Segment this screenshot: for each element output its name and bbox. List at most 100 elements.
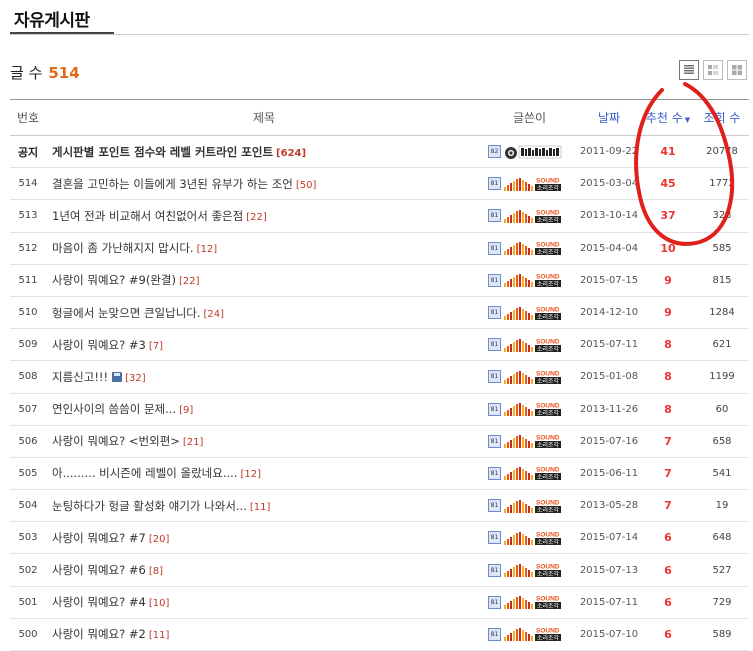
post-title-link[interactable]: 사랑이 뭐예요? <번외편> <box>52 434 180 448</box>
writer-logo-image: SOUND소리조각 <box>504 530 561 546</box>
post-number: 501 <box>10 586 46 619</box>
post-writer[interactable]: 81 SOUND 소리조각 <box>482 586 577 619</box>
svg-text:소리조각: 소리조각 <box>537 345 560 353</box>
writer-logo-image: SOUND소리조각 <box>504 273 561 288</box>
post-writer[interactable]: 81 SOUND 소리조각 <box>482 199 577 233</box>
comment-count[interactable]: [24] <box>204 309 225 320</box>
post-recommend: 8 <box>641 328 695 362</box>
post-title-link[interactable]: 사랑이 뭐예요? #7 <box>52 531 146 545</box>
writer-logo-image: SOUND소리조각 <box>504 208 561 224</box>
level-badge-icon: 81 <box>488 177 501 191</box>
comment-count[interactable]: [8] <box>149 566 163 577</box>
post-writer[interactable]: 81 SOUND 소리조각 <box>482 425 577 458</box>
post-title-link[interactable]: 사랑이 뭐예요? #3 <box>52 338 146 352</box>
post-writer[interactable]: 81 SOUND 소리조각 <box>482 328 577 362</box>
post-writer[interactable]: 81 SOUND 소리조각 <box>482 457 577 491</box>
post-writer[interactable]: 81 SOUND 소리조각 <box>482 360 577 394</box>
post-number: 513 <box>10 199 46 233</box>
post-views: 729 <box>695 586 749 619</box>
post-subject-cell: 사랑이 뭐예요? #3 [7] <box>46 328 482 362</box>
comment-count[interactable]: [32] <box>125 373 146 384</box>
level-badge-icon: 81 <box>488 627 501 641</box>
post-date: 2015-07-14 <box>577 521 641 555</box>
svg-text:소리조각: 소리조각 <box>537 538 560 546</box>
table-row: 502 사랑이 뭐예요? #6 [8] 81 SOUND 소리조각 2015-07-13 6 5… <box>10 553 749 587</box>
post-writer[interactable]: 81 SOUND 소리조각 <box>482 232 577 265</box>
post-writer[interactable]: 81 SOUND 소리조각 <box>482 553 577 587</box>
post-date: 2014-12-10 <box>577 296 641 330</box>
post-recommend: 7 <box>641 457 695 491</box>
comment-count[interactable]: [12] <box>197 244 218 255</box>
comment-count[interactable]: [50] <box>296 180 317 191</box>
post-title-link[interactable]: 게시판별 포인트 점수와 레벨 커트라인 포인트 <box>52 145 273 159</box>
post-title-link[interactable]: 지름신고!!! <box>52 370 108 384</box>
grid-view-button[interactable] <box>727 60 747 80</box>
comment-count[interactable]: [20] <box>149 534 170 545</box>
comment-count[interactable]: [12] <box>240 469 261 480</box>
post-writer[interactable]: 81 SOUND 소리조각 <box>482 618 577 651</box>
level-badge-icon: 81 <box>488 370 501 384</box>
comment-count[interactable]: [10] <box>149 598 170 609</box>
post-writer[interactable]: 81 SOUND 소리조각 <box>482 489 577 523</box>
post-views: 1199 <box>695 360 749 394</box>
post-count-label: 글 수 <box>10 64 43 82</box>
post-subject-cell: 지름신고!!! [32] <box>46 360 482 394</box>
post-title-link[interactable]: 사랑이 뭐예요? #2 <box>52 627 146 641</box>
post-title-link[interactable]: 결혼을 고민하는 이들에게 3년된 유부가 하는 조언 <box>52 177 293 191</box>
post-title-link[interactable]: 1년여 전과 비교해서 여친없어서 좋은점 <box>52 209 243 223</box>
post-title-link[interactable]: 눈팅하다가 헝글 활성화 얘기가 나와서... <box>52 499 247 513</box>
post-subject-cell: 사랑이 뭐예요? #6 [8] <box>46 553 482 587</box>
post-number: 514 <box>10 167 46 201</box>
list-view-button[interactable] <box>679 60 699 80</box>
post-date: 2015-07-15 <box>577 264 641 297</box>
svg-text:SOUND: SOUND <box>536 209 560 216</box>
post-date: 2015-06-11 <box>577 457 641 491</box>
writer-logo-image: SOUND소리조각 <box>504 498 561 514</box>
post-title-link[interactable]: 마음이 좀 가난해지지 맙시다. <box>52 241 194 255</box>
post-writer[interactable]: 81 SOUND 소리조각 <box>482 264 577 297</box>
svg-text:소리조각: 소리조각 <box>537 473 560 481</box>
post-recommend: 6 <box>641 586 695 619</box>
thumbnail-view-button[interactable] <box>703 60 723 80</box>
post-number: 507 <box>10 393 46 426</box>
post-recommend: 9 <box>641 296 695 330</box>
post-title-link[interactable]: 사랑이 뭐예요? #9(완결) <box>52 273 176 287</box>
svg-text:SOUND: SOUND <box>536 596 560 603</box>
header-subject: 제목 <box>46 99 482 136</box>
post-writer[interactable]: 81 SOUND 소리조각 <box>482 167 577 201</box>
table-row: 509 사랑이 뭐예요? #3 [7] 81 SOUND 소리조각 2015-07-11 8 6… <box>10 328 749 362</box>
post-date: 2015-07-13 <box>577 553 641 587</box>
post-writer[interactable]: 82 <box>482 135 577 169</box>
comment-count[interactable]: [7] <box>149 341 163 352</box>
level-badge-icon: 81 <box>488 434 501 448</box>
comment-count[interactable]: [21] <box>183 437 204 448</box>
post-title-link[interactable]: 사랑이 뭐예요? #6 <box>52 563 146 577</box>
comment-count[interactable]: [22] <box>246 212 267 223</box>
post-writer[interactable]: 81 SOUND 소리조각 <box>482 296 577 330</box>
post-writer[interactable]: 81 SOUND 소리조각 <box>482 521 577 555</box>
post-views: 541 <box>695 457 749 491</box>
comment-count[interactable]: [624] <box>276 148 306 159</box>
comment-count[interactable]: [22] <box>179 276 200 287</box>
post-title-link[interactable]: 사랑이 뭐예요? #4 <box>52 595 146 609</box>
board-title: 자유게시판 <box>14 11 90 31</box>
view-mode-switcher <box>679 60 747 80</box>
svg-text:SOUND: SOUND <box>536 338 560 345</box>
post-number: 503 <box>10 521 46 555</box>
comment-count[interactable]: [9] <box>179 405 193 416</box>
post-title-link[interactable]: 아......... 비시즌에 레벨이 올랐네요.... <box>52 466 237 480</box>
post-subject-cell: 사랑이 뭐예요? #7 [20] <box>46 521 482 555</box>
svg-text:소리조각: 소리조각 <box>537 248 560 256</box>
comment-count[interactable]: [11] <box>250 502 271 513</box>
post-title-link[interactable]: 연인사이의 씀씀이 문제... <box>52 402 176 416</box>
post-recommend: 7 <box>641 489 695 523</box>
post-number: 505 <box>10 457 46 491</box>
post-writer[interactable]: 81 SOUND 소리조각 <box>482 393 577 426</box>
comment-count[interactable]: [11] <box>149 630 170 641</box>
level-badge-icon: 81 <box>488 499 501 513</box>
table-row: 504 눈팅하다가 헝글 활성화 얘기가 나와서... [11] 81 SOUND 소리조… <box>10 489 749 523</box>
table-row: 505 아......... 비시즌에 레벨이 올랐네요.... [12] 81 SOU… <box>10 457 749 491</box>
post-title-link[interactable]: 헝글에서 눈맞으면 큰일납니다. <box>52 306 201 320</box>
post-subject-cell: 사랑이 뭐예요? #2 [11] <box>46 618 482 651</box>
post-recommend: 8 <box>641 360 695 394</box>
